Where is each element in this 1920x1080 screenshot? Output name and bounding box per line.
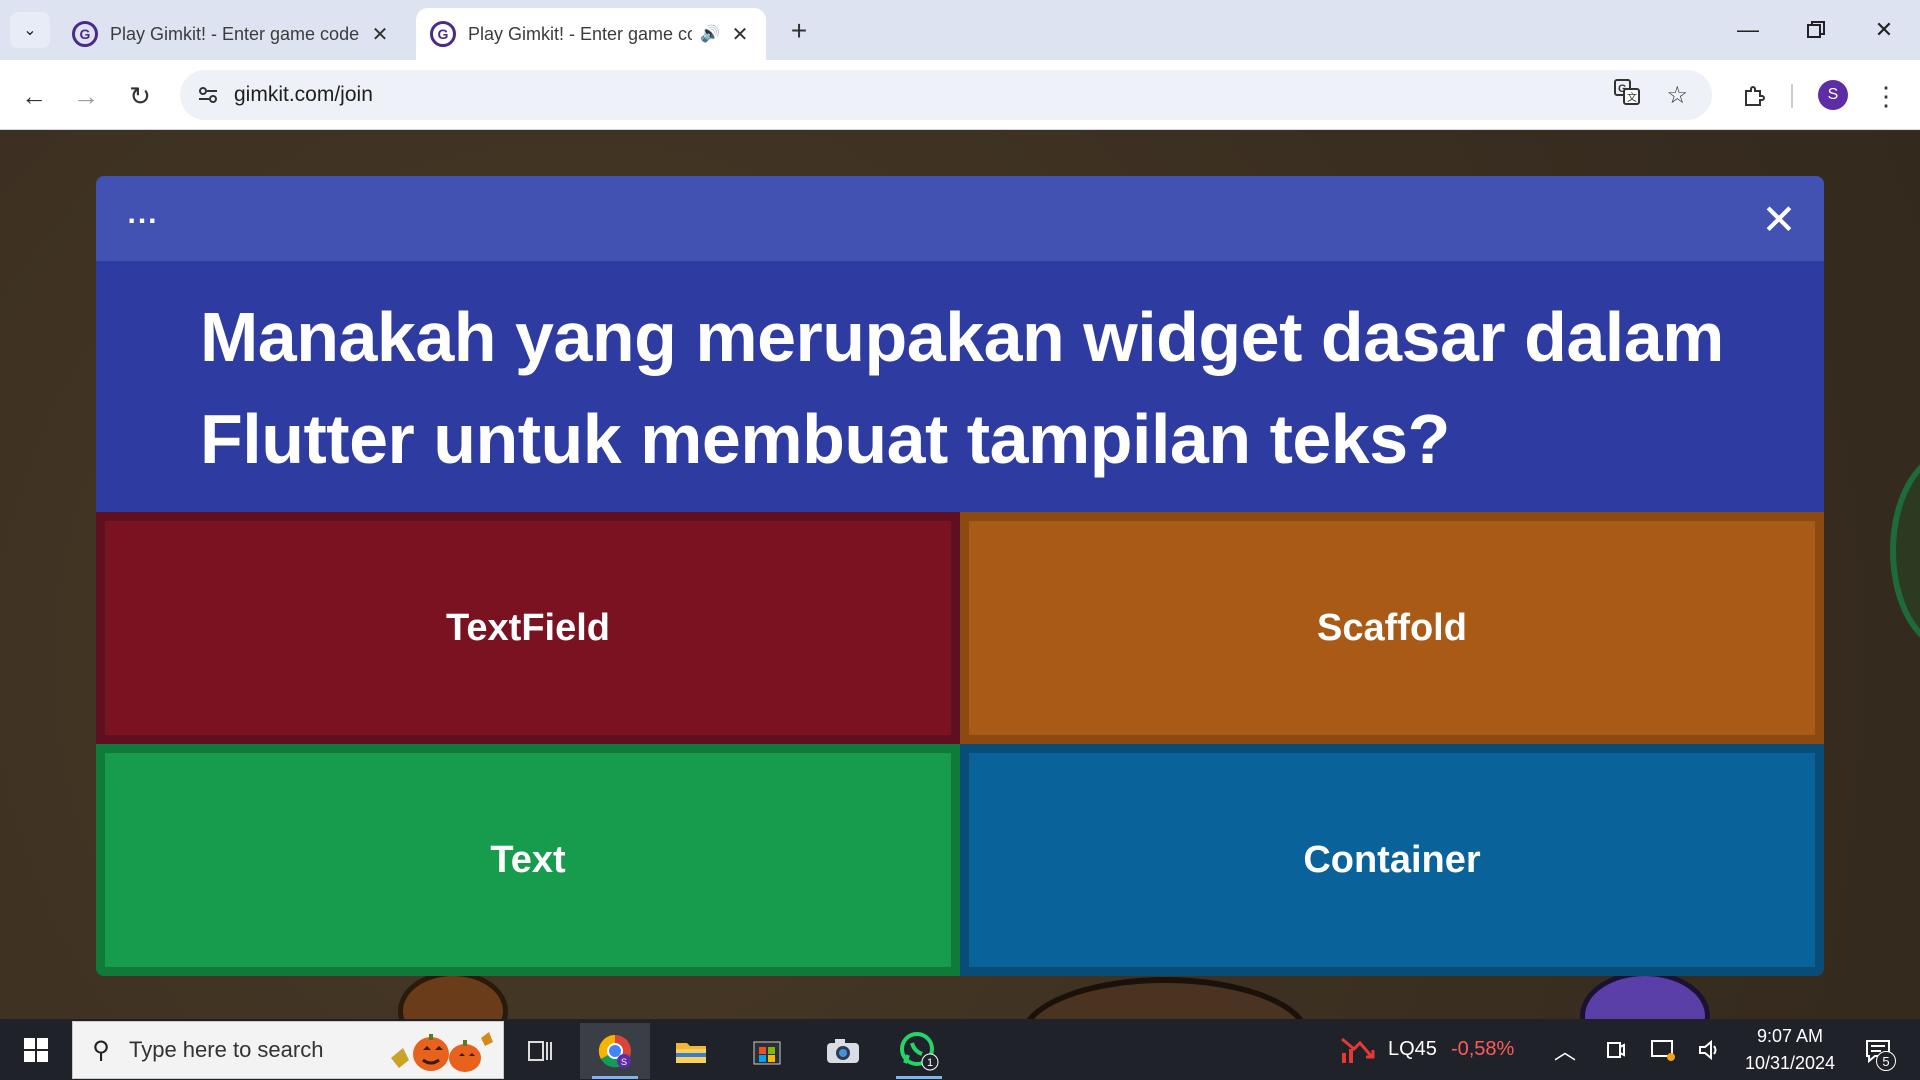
url-text: gimkit.com/join [234,83,373,106]
answer-label: Scaffold [1317,606,1467,649]
restore-icon[interactable] [1794,10,1838,50]
background-character-decoration [1020,977,1310,1019]
new-tab-button[interactable]: + [782,14,816,48]
reload-icon[interactable]: ↻ [120,76,160,116]
tab-search-button[interactable]: ⌄ [10,12,50,48]
display-warning-icon[interactable] [1650,1019,1676,1080]
more-options-button[interactable]: ... [118,194,168,234]
gimkit-favicon-icon: G [430,21,456,47]
tab-title: Play Gimkit! - Enter game code [468,23,693,44]
chrome-icon[interactable]: S [580,1023,650,1079]
answer-option-4[interactable]: Container [960,744,1824,976]
address-bar[interactable]: gimkit.com/join G文 ☆ [180,70,1712,120]
close-icon[interactable]: ✕ [1754,194,1804,244]
background-character-decoration [1580,971,1710,1019]
notification-center-icon[interactable]: 5 [1858,1031,1898,1071]
stock-name: LQ45 [1388,1038,1437,1060]
clock-date: 10/31/2024 [1744,1053,1836,1073]
question-text: Manakah yang merupakan widget dasar dala… [200,298,1724,478]
svg-text:文: 文 [1627,91,1637,104]
site-info-icon[interactable] [182,70,234,120]
background-character-decoration [1890,451,1920,651]
profile-avatar[interactable]: S [1818,80,1848,110]
svg-text:S: S [621,1057,627,1067]
search-icon: ⚲ [92,1036,110,1064]
whatsapp-icon[interactable]: 1 [884,1023,954,1079]
meet-now-icon[interactable] [1606,1019,1626,1080]
microsoft-store-icon[interactable] [732,1023,802,1079]
back-arrow-icon[interactable]: ← [14,76,54,116]
speaker-icon[interactable]: 🔊 [700,24,720,44]
translate-icon[interactable]: G文 [1614,78,1641,112]
minimize-icon[interactable]: — [1726,10,1770,50]
answer-option-2[interactable]: Scaffold [960,512,1824,744]
system-clock[interactable]: 9:07 AM 10/31/2024 [1734,1023,1846,1077]
notification-count: 5 [1876,1051,1896,1071]
volume-icon[interactable] [1698,1019,1722,1080]
camera-icon[interactable] [808,1023,878,1079]
background-character-decoration [398,971,508,1019]
star-icon[interactable]: ☆ [1666,81,1688,110]
tab-title: Play Gimkit! - Enter game code [110,23,360,44]
question-modal: ... ✕ Manakah yang merupakan widget dasa… [96,176,1824,976]
whatsapp-badge: 1 [927,1057,933,1069]
kebab-menu-icon[interactable]: ⋮ [1872,76,1900,116]
tab-gimkit-2[interactable]: G Play Gimkit! - Enter game code 🔊 ✕ [416,8,766,60]
windows-start-icon[interactable] [8,1027,64,1073]
answer-label: Text [490,838,566,881]
tab-gimkit-1[interactable]: G Play Gimkit! - Enter game code ✕ [58,8,406,60]
tab-strip: ⌄ G Play Gimkit! - Enter game code ✕ G P… [0,0,1920,60]
taskbar: ⚲ Type here to search S 1 LQ45 -0,58% ︿ … [0,1019,1920,1080]
chevron-down-icon: ⌄ [23,22,37,39]
puzzle-icon[interactable] [1734,76,1774,116]
stock-widget[interactable]: LQ45 -0,58% [1340,1019,1514,1080]
file-explorer-icon[interactable] [656,1023,726,1079]
tab-close-icon[interactable]: ✕ [368,22,392,47]
modal-header: ... ✕ [96,176,1824,261]
halloween-pumpkins-icon [391,1032,493,1072]
chevron-up-icon[interactable]: ︿ [1554,1019,1576,1080]
stock-change: -0,58% [1450,1038,1515,1060]
tab-close-icon[interactable]: ✕ [728,22,752,47]
clock-time: 9:07 AM [1756,1026,1824,1046]
browser-toolbar: ← → ↻ gimkit.com/join G文 ☆ [0,60,1920,130]
answer-label: Container [1303,838,1481,881]
stock-down-icon [1341,1037,1375,1063]
taskbar-search-input[interactable]: ⚲ Type here to search [72,1021,504,1079]
window-close-icon[interactable]: ✕ [1862,10,1906,50]
answer-option-1[interactable]: TextField [96,512,960,744]
forward-arrow-icon[interactable]: → [66,76,106,116]
task-view-icon[interactable] [505,1023,575,1079]
search-placeholder: Type here to search [129,1037,324,1062]
toolbar-separator [1791,84,1793,108]
gimkit-favicon-icon: G [72,21,98,47]
answer-label: TextField [446,606,610,649]
answer-option-3[interactable]: Text [96,744,960,976]
